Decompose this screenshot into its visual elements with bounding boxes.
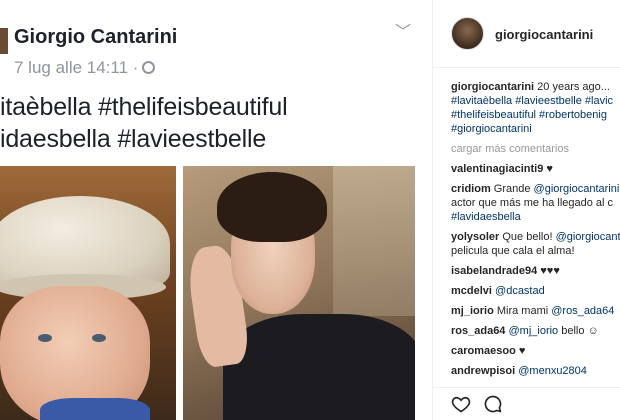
globe-icon xyxy=(142,61,156,74)
background-panel-shape xyxy=(333,166,415,316)
fb-time-text: 7 lug alle 14:11 · xyxy=(14,58,139,77)
comment: caromaesoo ♥ xyxy=(451,344,620,358)
comment-text-line: actor que más me ha llegado al c xyxy=(451,197,614,209)
comment-text: Que bello! xyxy=(499,231,556,243)
fb-timestamp: 7 lug alle 14:11 · xyxy=(14,58,156,78)
load-more-comments-link[interactable]: cargar más comentarios xyxy=(451,142,620,156)
comment-mention[interactable]: @giorgiocantarini xyxy=(534,183,620,195)
comment-mention[interactable]: @mj_iorio xyxy=(509,325,559,337)
comment-user[interactable]: andrewpisoi xyxy=(451,365,515,377)
facebook-post-screenshot: Giorgio Cantarini ﹀ 7 lug alle 14:11 · i… xyxy=(0,0,432,420)
post-image: Giorgio Cantarini ﹀ 7 lug alle 14:11 · i… xyxy=(0,0,432,420)
fb-avatar xyxy=(0,28,8,54)
comment: isabelandrade94 ♥♥♥ xyxy=(451,264,620,278)
caption-hashtags-line[interactable]: #thelifeisbeautiful #robertobenig xyxy=(451,108,620,122)
comment-user[interactable]: isabelandrade94 xyxy=(451,265,537,277)
comment-mention[interactable]: @ros_ada64 xyxy=(551,305,614,317)
comment-mention[interactable]: @menxu2804 xyxy=(518,365,587,377)
post-header: giorgiocantarini xyxy=(433,0,620,68)
comment-hashtag[interactable]: #lavidaesbella xyxy=(451,210,620,224)
comment-user[interactable]: caromaesoo xyxy=(451,345,516,357)
comment-user[interactable]: mj_iorio xyxy=(451,305,494,317)
author-username[interactable]: giorgiocantarini xyxy=(495,27,593,42)
comment: ros_ada64 @mj_iorio bello ☺ xyxy=(451,324,620,338)
caption: giorgiocantarini 20 years ago... xyxy=(451,80,620,94)
photo-young-man xyxy=(183,166,415,420)
comment: mj_iorio Mira mami @ros_ada64 xyxy=(451,304,620,318)
chevron-down-icon: ﹀ xyxy=(395,24,412,41)
caption-user[interactable]: giorgiocantarini xyxy=(451,81,534,93)
comment: yolysoler Que bello! @giorgiocanta xyxy=(451,230,620,244)
fb-post-text-line1: itaèbella #thelifeisbeautiful xyxy=(0,93,288,121)
child-eye-shape xyxy=(92,334,106,342)
comment: mcdelvi @dcastad xyxy=(451,284,620,298)
comment: valentinagiacinti9 ♥ xyxy=(451,162,620,176)
caption-text: 20 years ago... xyxy=(534,81,610,93)
heart-icon[interactable] xyxy=(451,394,471,414)
comment: cridiom Grande @giorgiocantarini xyxy=(451,182,620,196)
child-eye-shape xyxy=(38,334,52,342)
comment-mention[interactable]: @giorgiocanta xyxy=(556,231,620,243)
comment-text: ♥♥♥ xyxy=(537,265,560,277)
comment-mention[interactable]: @dcastad xyxy=(495,285,545,297)
comment-text-line: pelicula que cala el alma! xyxy=(451,245,575,257)
child-collar-shape xyxy=(40,398,150,420)
shirt-shape xyxy=(223,314,415,420)
comment-user[interactable]: ros_ada64 xyxy=(451,325,505,337)
comment-text: ♥ xyxy=(515,345,526,357)
hair-shape xyxy=(217,172,327,242)
instagram-side-panel: giorgiocantarini giorgiocantarini 20 yea… xyxy=(433,0,620,420)
comment-suffix: bello ☺ xyxy=(558,325,599,337)
comments-list: giorgiocantarini 20 years ago... #lavita… xyxy=(451,80,620,378)
photo-child-with-cap xyxy=(0,166,176,420)
comment-text: Mira mami xyxy=(493,305,552,317)
comment-user[interactable]: valentinagiacinti9 xyxy=(451,163,543,175)
comment-user[interactable]: yolysoler xyxy=(451,231,499,243)
comment: andrewpisoi @menxu2804 xyxy=(451,364,620,378)
comment-icon[interactable] xyxy=(483,394,503,414)
fb-post-text-line2: idaesbella #lavieestbelle xyxy=(0,125,267,153)
avatar[interactable] xyxy=(451,17,484,50)
comment-text: Grande xyxy=(490,183,534,195)
comment-user[interactable]: mcdelvi xyxy=(451,285,492,297)
action-bar xyxy=(433,387,620,420)
fb-author-name: Giorgio Cantarini xyxy=(14,26,178,48)
comment-text: ♥ xyxy=(543,163,553,175)
caption-hashtags-line[interactable]: #giorgiocantarini xyxy=(451,122,620,136)
caption-hashtags-line[interactable]: #lavitaèbella #lavieestbelle #lavic xyxy=(451,94,620,108)
comment-user[interactable]: cridiom xyxy=(451,183,491,195)
